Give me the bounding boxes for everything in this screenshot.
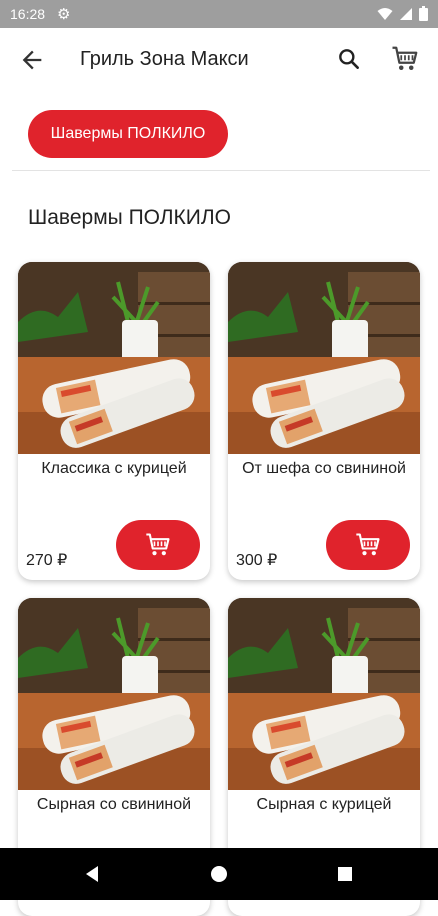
shawarma-photo	[228, 598, 420, 790]
gear-icon: ⚙	[57, 5, 71, 23]
shawarma-photo	[228, 262, 420, 454]
product-card[interactable]: От шефа со свининой 300 ₽	[228, 262, 420, 580]
product-name: От шефа со свининой	[242, 460, 406, 477]
recents-square-icon[interactable]	[333, 862, 357, 886]
signal-icon	[400, 7, 412, 20]
product-price: 270 ₽	[26, 552, 68, 569]
product-card[interactable]: Классика с курицей 270 ₽	[18, 262, 210, 580]
product-name: Классика с курицей	[41, 460, 187, 477]
battery-icon	[419, 6, 428, 21]
add-to-cart-button[interactable]	[326, 520, 410, 570]
status-time: 16:28	[10, 6, 46, 22]
app-bar: Гриль Зона Макси	[0, 28, 438, 92]
add-to-cart-button[interactable]	[116, 520, 200, 570]
system-nav-bar	[0, 848, 438, 900]
cart-icon	[354, 531, 382, 559]
back-triangle-icon[interactable]	[80, 862, 104, 886]
divider	[12, 170, 430, 171]
cart-icon	[144, 531, 172, 559]
shawarma-photo	[18, 262, 210, 454]
product-name: Сырная с курицей	[256, 796, 392, 813]
cart-icon[interactable]	[390, 44, 420, 74]
shawarma-photo	[18, 598, 210, 790]
home-circle-icon[interactable]	[207, 862, 231, 886]
search-icon[interactable]	[336, 46, 362, 72]
section-title: Шавермы ПОЛКИЛО	[28, 206, 231, 229]
status-bar: 16:28 ⚙	[0, 0, 438, 28]
wifi-icon	[377, 7, 393, 20]
category-chip[interactable]: Шавермы ПОЛКИЛО	[28, 110, 228, 158]
arrow-left-icon[interactable]	[18, 46, 46, 74]
product-price: 300 ₽	[236, 552, 278, 569]
product-name: Сырная со свининой	[36, 796, 192, 813]
status-icons	[377, 6, 428, 21]
page-title: Гриль Зона Макси	[80, 48, 249, 70]
